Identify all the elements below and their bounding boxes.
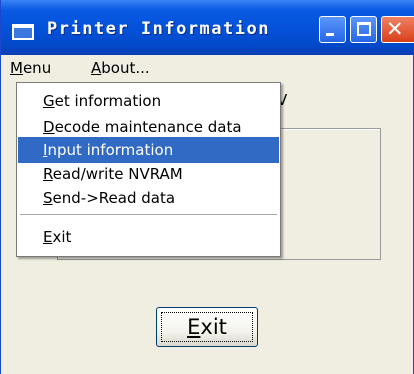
exit-button[interactable]: Exit (156, 307, 258, 347)
close-button[interactable]: ✕ (381, 16, 414, 43)
menu-item-send-read-data[interactable]: Send->Read data (18, 185, 279, 211)
menu-dropdown: Get information Decode maintenance data … (16, 82, 281, 257)
menu-menu[interactable]: Menu (4, 55, 57, 82)
window-app-icon (12, 24, 34, 40)
menu-menu-accel: M (10, 59, 23, 77)
window-title: Printer Information (47, 19, 270, 39)
menu-about-accel: A (91, 59, 102, 77)
focus-rect (161, 312, 253, 342)
menu-about-label: bout... (101, 59, 150, 77)
minimize-button[interactable] (319, 16, 346, 43)
title-bar[interactable]: Printer Information ✕ (1, 0, 414, 55)
menu-item-read-write-nvram[interactable]: Read/write NVRAM (18, 161, 279, 187)
menu-separator (20, 214, 277, 215)
close-icon: ✕ (386, 17, 404, 41)
menu-item-input-information[interactable]: Input information (18, 137, 279, 163)
window: Printer Information ✕ Menu About... V Ex… (0, 0, 414, 374)
menu-item-exit[interactable]: Exit (18, 224, 279, 250)
maximize-button[interactable] (350, 16, 377, 43)
menu-bar: Menu About... (2, 55, 413, 82)
menu-menu-label: enu (22, 59, 52, 77)
maximize-icon (357, 22, 371, 36)
menu-about[interactable]: About... (85, 55, 156, 82)
minimize-icon (326, 33, 334, 36)
menu-item-get-information[interactable]: Get information (18, 88, 279, 114)
